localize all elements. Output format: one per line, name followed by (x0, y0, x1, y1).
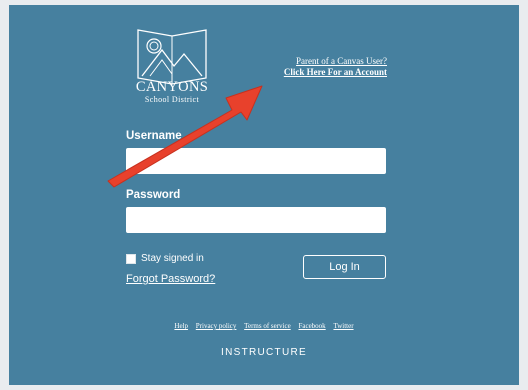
footer-links: Help Privacy policy Terms of service Fac… (0, 322, 528, 330)
login-button[interactable]: Log In (303, 255, 386, 279)
logo-name: CANYONS (135, 79, 209, 95)
stay-signed-in-checkbox[interactable] (126, 253, 136, 264)
logo-text: CANYONS School District (132, 80, 212, 104)
password-label: Password (126, 189, 181, 201)
parent-link-line1[interactable]: Parent of a Canvas User? (284, 56, 387, 67)
footer-link-twitter[interactable]: Twitter (333, 322, 353, 330)
username-label: Username (126, 130, 182, 142)
logo-subtitle: School District (144, 95, 200, 104)
parent-link-line2[interactable]: Click Here For an Account (284, 67, 387, 78)
parent-account-link[interactable]: Parent of a Canvas User? Click Here For … (284, 56, 387, 78)
forgot-password-link[interactable]: Forgot Password? (126, 273, 215, 285)
footer-link-terms[interactable]: Terms of service (244, 322, 291, 330)
instructure-brand: INSTRUCTURE (221, 347, 307, 358)
footer-link-privacy[interactable]: Privacy policy (196, 322, 237, 330)
footer-link-facebook[interactable]: Facebook (298, 322, 325, 330)
stay-signed-in[interactable]: Stay signed in (126, 253, 204, 264)
password-input[interactable] (126, 207, 386, 233)
footer-link-help[interactable]: Help (174, 322, 188, 330)
stay-signed-in-label: Stay signed in (141, 253, 204, 264)
username-input[interactable] (126, 148, 386, 174)
